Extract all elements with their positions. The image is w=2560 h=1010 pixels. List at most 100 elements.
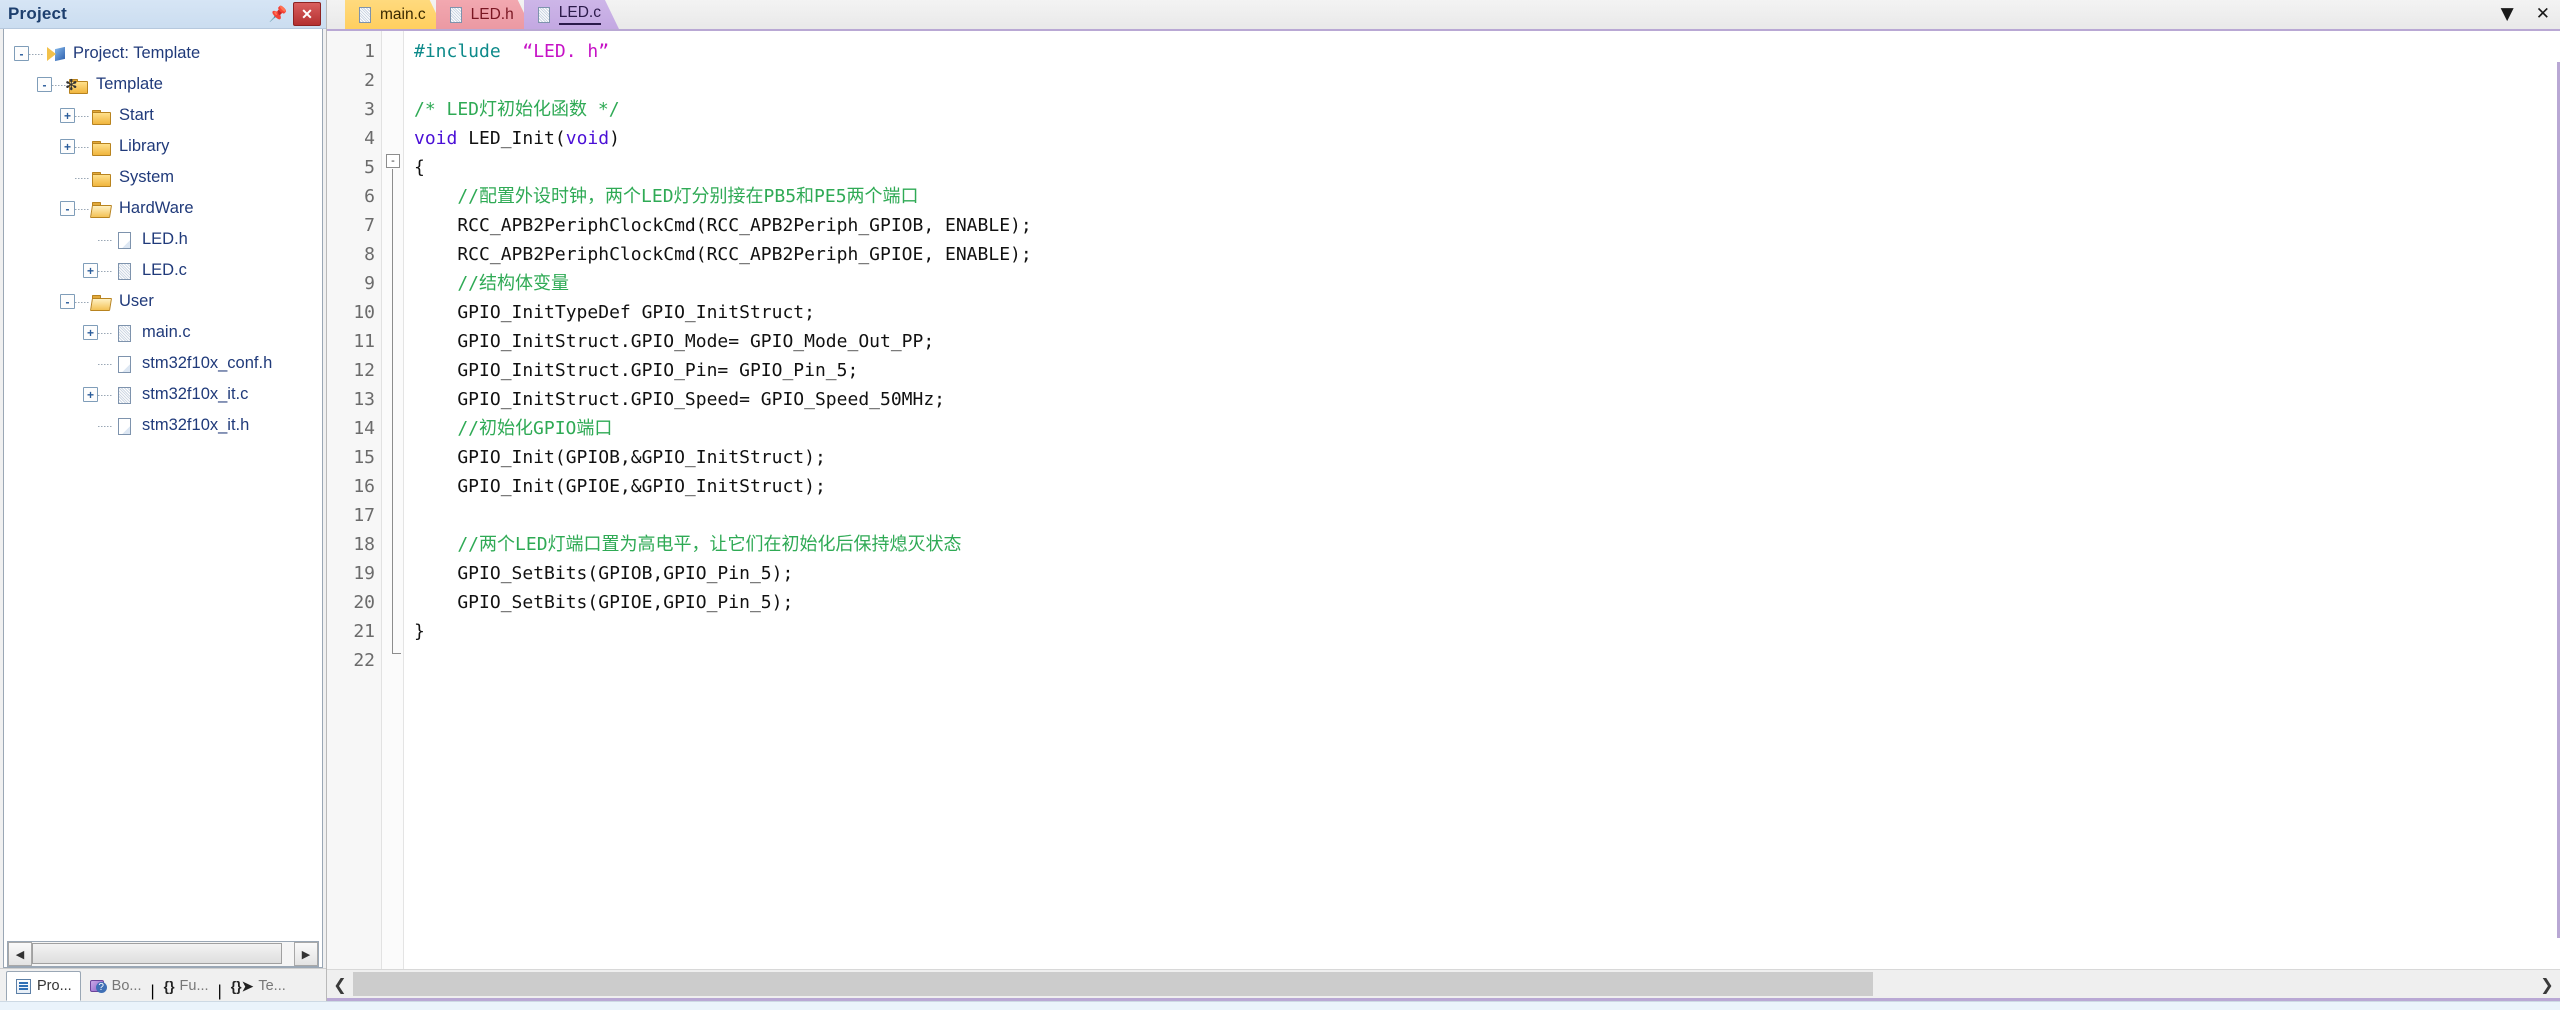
code-token: GPIO_InitStruct.GPIO_Pin= GPIO_Pin_5;: [414, 360, 859, 381]
code-line[interactable]: /* LED灯初始化函数 */: [414, 95, 2560, 124]
expand-icon[interactable]: +: [83, 325, 98, 340]
project-tree-hscrollbar[interactable]: ◀ ▶: [7, 941, 319, 967]
line-number: 4: [364, 128, 375, 149]
collapse-icon[interactable]: -: [37, 77, 52, 92]
editor-scroll-track[interactable]: [353, 971, 2534, 997]
collapse-icon[interactable]: -: [14, 46, 29, 61]
panel-tab-bo[interactable]: Bo...: [81, 971, 151, 1001]
panel-tab-fu[interactable]: {} Fu...: [155, 971, 218, 1001]
code-token: //配置外设时钟，两个LED灯分别接在PB5和PE5两个端口: [414, 186, 919, 207]
editor-tab-led-c[interactable]: LED.c: [524, 0, 619, 29]
chevron-down-icon[interactable]: ▼: [2501, 6, 2514, 23]
panel-tab-label: Pro...: [37, 978, 72, 994]
tree-item-system[interactable]: System: [4, 162, 322, 193]
code-line[interactable]: //两个LED灯端口置为高电平，让它们在初始化后保持熄灭状态: [414, 530, 2560, 559]
code-line[interactable]: {: [414, 153, 2560, 182]
tree-item-start[interactable]: + Start: [4, 100, 322, 131]
code-line[interactable]: //初始化GPIO端口: [414, 414, 2560, 443]
tree-connector: [98, 424, 112, 427]
scroll-right-icon[interactable]: ▶: [294, 942, 318, 966]
code-line[interactable]: GPIO_Init(GPIOB,&GPIO_InitStruct);: [414, 443, 2560, 472]
editor-hscrollbar[interactable]: ❮ ❯: [327, 969, 2560, 1001]
code-token: RCC_APB2PeriphClockCmd(RCC_APB2Periph_GP…: [414, 215, 1032, 236]
code-folding-column[interactable]: -: [382, 31, 404, 969]
line-number: 20: [353, 592, 375, 613]
tree-connector: [52, 83, 66, 86]
project-scroll-thumb[interactable]: [32, 943, 282, 964]
line-number: 9: [364, 273, 375, 294]
expand-icon[interactable]: +: [60, 108, 75, 123]
tree-item-user[interactable]: - User: [4, 286, 322, 317]
code-line[interactable]: GPIO_SetBits(GPIOE,GPIO_Pin_5);: [414, 588, 2560, 617]
code-line[interactable]: //配置外设时钟，两个LED灯分别接在PB5和PE5两个端口: [414, 182, 2560, 211]
line-number: 19: [353, 563, 375, 584]
chevron-right-icon[interactable]: ❯: [2534, 971, 2560, 997]
close-icon[interactable]: ✕: [2536, 6, 2550, 23]
panel-tab-te[interactable]: {}➤ Te...: [222, 971, 295, 1001]
project-tree: - Project: Template - ✻ Template + Start + Libra…: [4, 29, 322, 441]
code-line[interactable]: void LED_Init(void): [414, 124, 2560, 153]
collapse-icon[interactable]: -: [60, 201, 75, 216]
code-area[interactable]: 1 2 3 4 5 6 7 8 9 10 11 12 13 14 15 16 17 18 19 20 21 22 - #i…: [327, 31, 2560, 969]
fold-collapse-icon[interactable]: -: [386, 154, 400, 168]
chevron-left-icon[interactable]: ❮: [327, 971, 353, 997]
editor-tab-led-h[interactable]: LED.h: [436, 0, 532, 29]
tree-item-stm32f10x-conf-h[interactable]: stm32f10x_conf.h: [4, 348, 322, 379]
panel-tab-label: Te...: [258, 978, 286, 994]
code-line[interactable]: GPIO_InitStruct.GPIO_Speed= GPIO_Speed_5…: [414, 385, 2560, 414]
file-h-icon: [114, 416, 136, 436]
functions-braces-icon: {}: [163, 977, 175, 994]
expand-icon[interactable]: +: [83, 263, 98, 278]
code-line[interactable]: GPIO_SetBits(GPIOB,GPIO_Pin_5);: [414, 559, 2560, 588]
code-line[interactable]: }: [414, 617, 2560, 646]
code-line[interactable]: RCC_APB2PeriphClockCmd(RCC_APB2Periph_GP…: [414, 211, 2560, 240]
tree-item-template[interactable]: - ✻ Template: [4, 69, 322, 100]
tree-item-project-template[interactable]: - Project: Template: [4, 38, 322, 69]
tree-connector: [75, 207, 89, 210]
close-icon[interactable]: ✕: [293, 2, 321, 26]
editor-tab-label: LED.h: [470, 5, 514, 23]
code-line[interactable]: //结构体变量: [414, 269, 2560, 298]
tree-item-stm32f10x-it-c[interactable]: + stm32f10x_it.c: [4, 379, 322, 410]
file-h-icon: [114, 354, 136, 374]
tree-item-hardware[interactable]: - HardWare: [4, 193, 322, 224]
editor-scroll-thumb[interactable]: [353, 972, 1873, 996]
line-number: 14: [353, 418, 375, 439]
code-line[interactable]: GPIO_InitTypeDef GPIO_InitStruct;: [414, 298, 2560, 327]
project-scroll-track[interactable]: [32, 942, 294, 966]
editor-tab-label: main.c: [380, 5, 426, 23]
code-line[interactable]: RCC_APB2PeriphClockCmd(RCC_APB2Periph_GP…: [414, 240, 2560, 269]
scroll-left-icon[interactable]: ◀: [8, 942, 32, 966]
expand-icon[interactable]: +: [60, 139, 75, 154]
code-token: }: [414, 621, 425, 642]
code-line[interactable]: GPIO_InitStruct.GPIO_Mode= GPIO_Mode_Out…: [414, 327, 2560, 356]
code-line[interactable]: [414, 501, 2560, 530]
code-line[interactable]: GPIO_Init(GPIOE,&GPIO_InitStruct);: [414, 472, 2560, 501]
line-number: 21: [353, 621, 375, 642]
tree-item-led-h[interactable]: LED.h: [4, 224, 322, 255]
tree-item-led-c[interactable]: + LED.c: [4, 255, 322, 286]
file-icon: [448, 6, 464, 24]
expand-icon[interactable]: +: [83, 387, 98, 402]
code-line[interactable]: [414, 66, 2560, 95]
code-line[interactable]: #include “LED. h”: [414, 37, 2560, 66]
line-number: 22: [353, 650, 375, 671]
line-number: 16: [353, 476, 375, 497]
tree-item-library[interactable]: + Library: [4, 131, 322, 162]
tree-item-label: stm32f10x_it.h: [142, 416, 250, 435]
collapse-icon[interactable]: -: [60, 294, 75, 309]
panel-tab-pro[interactable]: Pro...: [6, 971, 81, 1001]
project-tree-container[interactable]: - Project: Template - ✻ Template + Start + Libra…: [3, 29, 323, 968]
panel-tab-label: Bo...: [111, 978, 142, 994]
code-line[interactable]: GPIO_InitStruct.GPIO_Pin= GPIO_Pin_5;: [414, 356, 2560, 385]
code-line[interactable]: [414, 646, 2560, 675]
tree-item-main-c[interactable]: + main.c: [4, 317, 322, 348]
tree-item-label: LED.c: [142, 261, 187, 280]
pin-icon[interactable]: 📌: [267, 3, 289, 25]
tree-item-stm32f10x-it-h[interactable]: stm32f10x_it.h: [4, 410, 322, 441]
books-icon: [89, 978, 107, 995]
editor-tab-main-c[interactable]: main.c: [345, 0, 444, 29]
code-text[interactable]: #include “LED. h” /* LED灯初始化函数 */ void LE…: [404, 31, 2560, 969]
